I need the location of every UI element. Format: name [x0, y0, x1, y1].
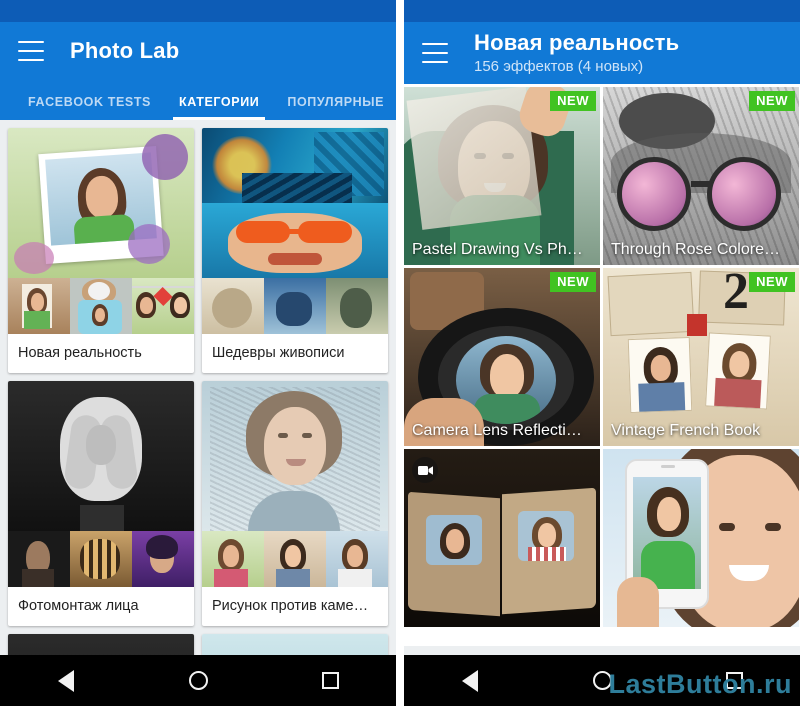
card-label: Новая реальность [18, 345, 142, 361]
recents-icon [321, 672, 339, 689]
card-thumbnail [264, 531, 326, 587]
card-hero-image [202, 128, 388, 203]
effect-tile-vintage-french-book[interactable]: 2 NEW Vintage French Book [603, 268, 799, 446]
card-label: Фотомонтаж лица [18, 598, 139, 614]
card-thumbnail [70, 278, 132, 334]
card-thumbnail [264, 278, 326, 334]
card-thumbnail [132, 531, 194, 587]
nav-back-button[interactable] [450, 661, 490, 701]
card-label: Шедевры живописи [212, 345, 345, 361]
effect-tile-phone-in-hand[interactable] [603, 449, 799, 627]
card-thumbnail [70, 531, 132, 587]
card-hero-image [8, 381, 194, 531]
status-bar-left [0, 0, 396, 22]
card-thumbnail-strip [202, 531, 388, 587]
app-bar-titles-left: Photo Lab [70, 38, 179, 63]
watermark-number: 2 [723, 268, 749, 320]
category-card-list: Новая реальность Шедевры живописи Фотомо… [0, 120, 396, 705]
category-card-new-reality[interactable]: Новая реальность [8, 128, 194, 373]
video-camera-glyph [417, 465, 433, 475]
app-bar-left: Photo Lab [0, 22, 396, 80]
effect-tile-camera-lens-reflection[interactable]: NEW Camera Lens Reflecti… [404, 268, 600, 446]
new-badge: NEW [749, 272, 795, 292]
card-thumbnail [8, 278, 70, 334]
page-subtitle: 156 эффектов (4 новых) [474, 57, 644, 75]
page-title: Новая реальность [474, 29, 680, 55]
tab-popular[interactable]: ПОПУЛЯРНЫЕ [273, 95, 396, 120]
card-thumbnail [326, 531, 388, 587]
effect-tile-grid: NEW Pastel Drawing Vs Ph… NEW Through Ro… [404, 84, 800, 646]
tile-caption: Camera Lens Reflecti… [412, 422, 582, 439]
app-bar-titles-right: Новая реальность 156 эффектов (4 новых) [474, 30, 679, 77]
nav-recents-button[interactable] [310, 661, 350, 701]
effect-tile-open-book-video[interactable]: 1 [404, 449, 600, 627]
card-thumbnail-strip [8, 531, 194, 587]
page-title: Photo Lab [70, 38, 180, 64]
site-watermark: LastButton.ru [608, 669, 792, 699]
new-badge: NEW [749, 91, 795, 111]
tab-categories[interactable]: КАТЕГОРИИ [165, 95, 273, 120]
app-bar-right: Новая реальность 156 эффектов (4 новых) [404, 22, 800, 84]
category-card-drawing-vs-camera[interactable]: Рисунок против каме… [202, 381, 388, 626]
card-hero-image [8, 128, 194, 278]
android-nav-bar-left [0, 655, 396, 706]
nav-back-button[interactable] [46, 661, 86, 701]
nav-home-button[interactable] [178, 661, 218, 701]
card-thumbnail [132, 278, 194, 334]
card-thumbnail [326, 278, 388, 334]
left-phone-panel: Photo Lab FACEBOOK TESTS КАТЕГОРИИ ПОПУЛ… [0, 0, 396, 706]
card-thumbnail [202, 531, 264, 587]
tile-caption: Through Rose Colore… [611, 241, 780, 258]
panel-divider [396, 0, 404, 706]
effect-tile-pastel-drawing[interactable]: NEW Pastel Drawing Vs Ph… [404, 87, 600, 265]
category-card-face-photomontage[interactable]: Фотомонтаж лица [8, 381, 194, 626]
card-thumbnail-strip [8, 278, 194, 334]
hamburger-icon[interactable] [422, 43, 448, 63]
card-hero-image [202, 203, 388, 278]
tab-facebook-tests[interactable]: FACEBOOK TESTS [14, 95, 165, 120]
card-thumbnail-strip [202, 278, 388, 334]
category-card-painting-masterpieces[interactable]: Шедевры живописи [202, 128, 388, 373]
card-thumbnail [202, 278, 264, 334]
back-icon [58, 669, 74, 692]
tab-bar: FACEBOOK TESTS КАТЕГОРИИ ПОПУЛЯРНЫЕ ЛЮ [0, 80, 396, 120]
video-icon [412, 457, 438, 483]
hamburger-icon[interactable] [18, 41, 44, 61]
status-bar-right [404, 0, 800, 22]
dual-phone-screenshot: Photo Lab FACEBOOK TESTS КАТЕГОРИИ ПОПУЛ… [0, 0, 800, 706]
back-icon [462, 669, 478, 692]
home-icon [188, 671, 208, 690]
new-badge: NEW [550, 272, 596, 292]
tile-caption: Pastel Drawing Vs Ph… [412, 241, 583, 258]
card-hero-image [202, 381, 388, 531]
card-thumbnail [8, 531, 70, 587]
effect-tile-rose-colored-glasses[interactable]: NEW Through Rose Colore… [603, 87, 799, 265]
right-phone-panel: Новая реальность 156 эффектов (4 новых) … [404, 0, 800, 706]
card-label: Рисунок против каме… [212, 598, 369, 614]
watermark-number: 1 [564, 449, 590, 456]
new-badge: NEW [550, 91, 596, 111]
tile-caption: Vintage French Book [611, 422, 761, 439]
